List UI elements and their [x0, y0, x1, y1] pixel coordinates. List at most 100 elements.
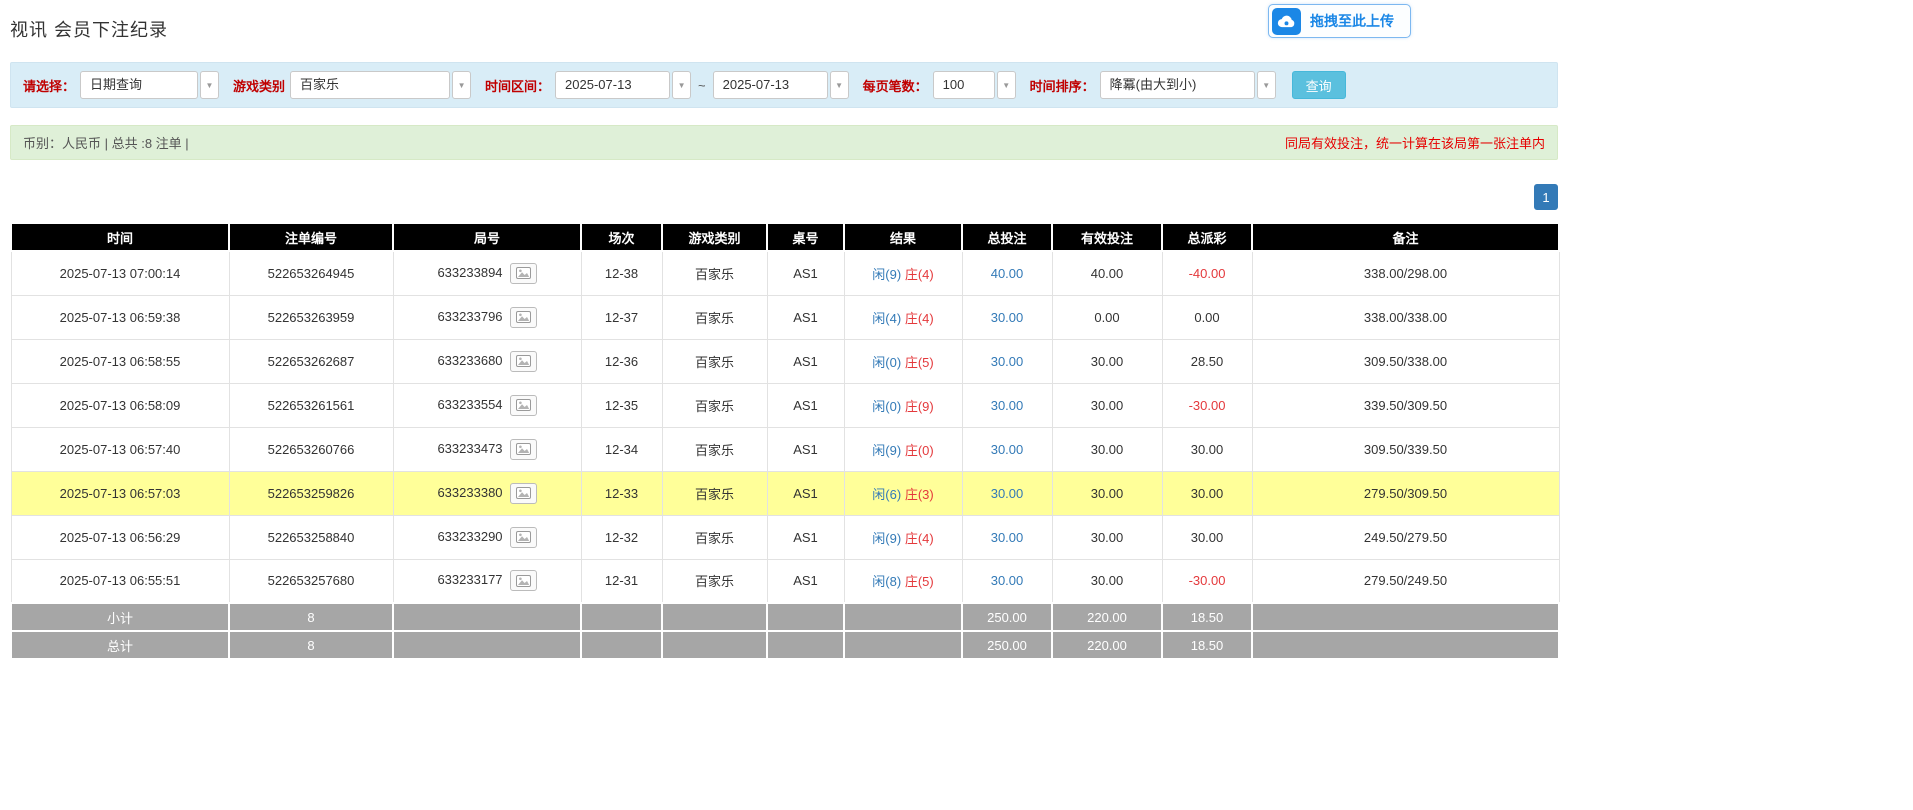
caret-down-icon[interactable]: ▼: [830, 71, 849, 99]
page-size-select[interactable]: 100 ▼: [933, 71, 1016, 99]
result-player: 闲(0): [872, 355, 901, 370]
empty-cell: [844, 603, 962, 631]
total-bet-cell[interactable]: 30.00: [962, 559, 1052, 603]
round-number: 633233554: [437, 396, 502, 411]
query-type-select[interactable]: 日期查询 ▼: [80, 71, 219, 99]
caret-down-icon[interactable]: ▼: [1257, 71, 1276, 99]
payout-cell: 0.00: [1162, 295, 1252, 339]
table-body: 2025-07-13 07:00:14522653264945633233894…: [11, 251, 1559, 603]
total-total-bet: 250.00: [962, 631, 1052, 659]
result-player: 闲(0): [872, 399, 901, 414]
summary-notice: 同局有效投注，统一计算在该局第一张注单内: [1285, 133, 1545, 152]
total-bet-cell[interactable]: 40.00: [962, 251, 1052, 295]
round-number: 633233177: [437, 572, 502, 587]
total-bet-cell[interactable]: 30.00: [962, 339, 1052, 383]
replay-image-icon[interactable]: [510, 395, 537, 416]
date-to-input[interactable]: 2025-07-13 ▼: [713, 71, 849, 99]
total-bet-cell[interactable]: 30.00: [962, 427, 1052, 471]
page-size-label: 每页笔数：: [863, 76, 928, 95]
total-row: 总计 8 250.00 220.00 18.50: [11, 631, 1559, 659]
sort-value: 降冪(由大到小): [1100, 71, 1255, 99]
result-banker: 庄(4): [905, 311, 934, 326]
replay-image-icon[interactable]: [510, 439, 537, 460]
bet-id-cell: 522653262687: [229, 339, 393, 383]
result-cell: 闲(8) 庄(5): [844, 559, 962, 603]
col-header-valid-bet: 有效投注: [1052, 223, 1162, 251]
round-cell: 633233473: [393, 427, 581, 471]
col-header-session: 场次: [581, 223, 662, 251]
payout-cell: 30.00: [1162, 427, 1252, 471]
game-type-select[interactable]: 百家乐 ▼: [290, 71, 471, 99]
table-number-cell: AS1: [767, 251, 844, 295]
payout-cell: 30.00: [1162, 471, 1252, 515]
game-type-cell: 百家乐: [662, 515, 767, 559]
remark-cell: 338.00/298.00: [1252, 251, 1559, 295]
table-row: 2025-07-13 06:57:03522653259826633233380…: [11, 471, 1559, 515]
session-cell: 12-36: [581, 339, 662, 383]
filter-bar: 请选择： 日期查询 ▼ 游戏类别 百家乐 ▼ 时间区间： 2025-07-13 …: [10, 62, 1558, 108]
session-cell: 12-37: [581, 295, 662, 339]
result-player: 闲(9): [872, 531, 901, 546]
total-bet-cell[interactable]: 30.00: [962, 383, 1052, 427]
caret-down-icon[interactable]: ▼: [452, 71, 471, 99]
session-cell: 12-33: [581, 471, 662, 515]
remark-cell: 249.50/279.50: [1252, 515, 1559, 559]
topbar: 视讯 会员下注纪录 拖拽至此上传: [0, 0, 1913, 54]
result-banker: 庄(3): [905, 487, 934, 502]
subtotal-count: 8: [229, 603, 393, 631]
replay-image-icon[interactable]: [510, 570, 537, 591]
caret-down-icon[interactable]: ▼: [200, 71, 219, 99]
total-bet-cell[interactable]: 30.00: [962, 515, 1052, 559]
subtotal-payout: 18.50: [1162, 603, 1252, 631]
replay-image-icon[interactable]: [510, 483, 537, 504]
valid-bet-cell: 30.00: [1052, 471, 1162, 515]
col-header-total-bet: 总投注: [962, 223, 1052, 251]
total-valid-bet: 220.00: [1052, 631, 1162, 659]
remark-cell: 279.50/249.50: [1252, 559, 1559, 603]
empty-cell: [662, 603, 767, 631]
date-from-input[interactable]: 2025-07-13 ▼: [555, 71, 691, 99]
total-bet-cell[interactable]: 30.00: [962, 295, 1052, 339]
round-number: 633233796: [437, 308, 502, 323]
subtotal-total-bet: 250.00: [962, 603, 1052, 631]
result-banker: 庄(4): [905, 531, 934, 546]
result-cell: 闲(9) 庄(4): [844, 515, 962, 559]
upload-dropzone[interactable]: 拖拽至此上传: [1268, 4, 1411, 38]
payout-cell: -30.00: [1162, 383, 1252, 427]
time-cell: 2025-07-13 06:57:40: [11, 427, 229, 471]
replay-image-icon[interactable]: [510, 263, 537, 284]
round-number: 633233680: [437, 352, 502, 367]
table-number-cell: AS1: [767, 339, 844, 383]
payout-cell: -30.00: [1162, 559, 1252, 603]
round-cell: 633233554: [393, 383, 581, 427]
table-row: 2025-07-13 07:00:14522653264945633233894…: [11, 251, 1559, 295]
replay-image-icon[interactable]: [510, 351, 537, 372]
replay-image-icon[interactable]: [510, 307, 537, 328]
search-button[interactable]: 查询: [1292, 71, 1346, 99]
table-number-cell: AS1: [767, 295, 844, 339]
empty-cell: [581, 603, 662, 631]
game-type-cell: 百家乐: [662, 559, 767, 603]
round-number: 633233380: [437, 484, 502, 499]
replay-image-icon[interactable]: [510, 527, 537, 548]
payout-cell: 28.50: [1162, 339, 1252, 383]
time-cell: 2025-07-13 06:59:38: [11, 295, 229, 339]
sort-label: 时间排序：: [1030, 76, 1095, 95]
caret-down-icon[interactable]: ▼: [672, 71, 691, 99]
page-title: 视讯 会员下注纪录: [10, 16, 1903, 42]
caret-down-icon[interactable]: ▼: [997, 71, 1016, 99]
col-header-payout: 总派彩: [1162, 223, 1252, 251]
time-cell: 2025-07-13 06:55:51: [11, 559, 229, 603]
valid-bet-cell: 30.00: [1052, 427, 1162, 471]
table-row: 2025-07-13 06:55:51522653257680633233177…: [11, 559, 1559, 603]
sort-select[interactable]: 降冪(由大到小) ▼: [1100, 71, 1276, 99]
total-bet-cell[interactable]: 30.00: [962, 471, 1052, 515]
page-button-1[interactable]: 1: [1534, 184, 1558, 210]
result-banker: 庄(5): [905, 355, 934, 370]
table-row: 2025-07-13 06:56:29522653258840633233290…: [11, 515, 1559, 559]
game-type-cell: 百家乐: [662, 383, 767, 427]
bet-id-cell: 522653264945: [229, 251, 393, 295]
round-cell: 633233796: [393, 295, 581, 339]
bet-id-cell: 522653263959: [229, 295, 393, 339]
cloud-upload-icon: [1272, 8, 1301, 35]
